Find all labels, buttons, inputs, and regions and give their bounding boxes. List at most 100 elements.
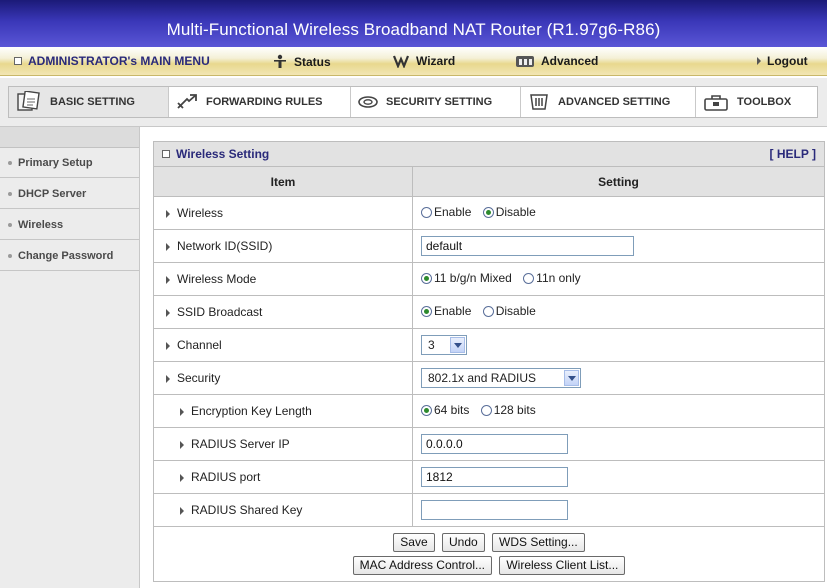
sidebar-top-strip: [0, 127, 139, 148]
security-select[interactable]: 802.1x and RADIUS: [421, 368, 581, 388]
security-label: Security: [177, 371, 221, 385]
title-bar: Multi-Functional Wireless Broadband NAT …: [0, 0, 827, 47]
table-row: Channel 3: [153, 328, 825, 362]
arrow-right-icon: [166, 374, 170, 383]
arrow-right-icon: [166, 308, 170, 317]
radio-button[interactable]: [421, 404, 432, 416]
tab-toolbox-label: TOOLBOX: [737, 96, 792, 108]
key-64-radio[interactable]: 64 bits: [421, 403, 469, 417]
table-row: RADIUS Shared Key: [153, 493, 825, 527]
radius-ip-input[interactable]: [421, 434, 568, 454]
chevron-down-icon[interactable]: [564, 370, 579, 386]
chevron-down-icon[interactable]: [450, 337, 465, 353]
documents-icon: [17, 91, 40, 111]
save-button[interactable]: Save: [393, 533, 435, 552]
wireless-disable-radio[interactable]: Disable: [482, 205, 536, 220]
help-link[interactable]: [ HELP ]: [770, 147, 824, 161]
status-icon: [274, 54, 286, 68]
ssid-broadcast-disable-radio[interactable]: Disable: [482, 304, 536, 318]
logout-menu[interactable]: Logout: [757, 54, 808, 68]
arrow-right-icon: [180, 440, 184, 449]
wds-setting-button[interactable]: WDS Setting...: [492, 533, 585, 552]
arrow-right-icon: [166, 209, 170, 218]
column-header-item: Item: [153, 166, 413, 197]
table-row: Security 802.1x and RADIUS: [153, 361, 825, 395]
button-row: Save Undo WDS Setting... MAC Address Con…: [153, 526, 825, 582]
security-icon: [358, 96, 378, 108]
tab-security-setting[interactable]: SECURITY SETTING: [351, 87, 521, 117]
table-row: Wireless Mode 11 b/g/n Mixed 11n only: [153, 262, 825, 296]
panel-title: Wireless Setting: [176, 147, 270, 161]
wireless-mode-label: Wireless Mode: [177, 272, 257, 286]
wizard-menu[interactable]: Wizard: [392, 54, 455, 68]
radius-ip-label: RADIUS Server IP: [191, 437, 290, 451]
tab-bar: BASIC SETTING FORWARDING RULES SECURITY …: [0, 78, 827, 127]
radio-button[interactable]: [480, 404, 492, 416]
radio-label: 11 b/g/n Mixed: [434, 271, 512, 286]
ssid-broadcast-label: SSID Broadcast: [177, 305, 263, 319]
ssid-broadcast-enable-radio[interactable]: Enable: [421, 304, 471, 318]
status-menu[interactable]: Status: [272, 54, 331, 70]
tab-security-setting-label: SECURITY SETTING: [386, 96, 493, 108]
sidebar-item-dhcp-server[interactable]: DHCP Server: [0, 179, 139, 209]
logout-label: Logout: [767, 54, 808, 68]
radio-label: 11n only: [536, 271, 581, 286]
mac-address-control-button[interactable]: MAC Address Control...: [352, 556, 492, 575]
radio-button[interactable]: [482, 206, 494, 218]
channel-select[interactable]: 3: [421, 335, 467, 355]
wireless-client-list-button[interactable]: Wireless Client List...: [499, 556, 626, 575]
panel-header: [ HELP ] Wireless Setting: [153, 141, 825, 167]
admin-main-menu-label: ADMINISTRATOR's MAIN MENU: [28, 54, 210, 68]
arrow-right-icon: [166, 242, 170, 251]
key-128-radio[interactable]: 128 bits: [480, 403, 536, 417]
sidebar-item-change-password[interactable]: Change Password: [0, 241, 139, 271]
mode-11n-radio[interactable]: 11n only: [523, 271, 581, 286]
tab-toolbox[interactable]: TOOLBOX: [696, 87, 817, 117]
radio-label: Disable: [495, 205, 536, 220]
bullet-icon: [8, 160, 12, 165]
radio-button[interactable]: [421, 272, 432, 284]
window-title: Multi-Functional Wireless Broadband NAT …: [166, 20, 661, 39]
sidebar-item-wireless[interactable]: Wireless: [0, 210, 139, 240]
admin-main-menu[interactable]: ADMINISTRATOR's MAIN MENU: [14, 54, 210, 68]
table-row: RADIUS Server IP: [153, 427, 825, 461]
ssid-input[interactable]: [421, 236, 634, 256]
toolbox-icon: [704, 95, 728, 111]
radius-port-label: RADIUS port: [191, 470, 261, 484]
mode-mixed-radio[interactable]: 11 b/g/n Mixed: [421, 271, 512, 285]
arrow-right-icon: [180, 473, 184, 482]
radio-label: Enable: [434, 205, 472, 220]
wireless-enable-radio[interactable]: Enable: [421, 205, 471, 219]
advanced-menu-label: Advanced: [541, 54, 599, 68]
radius-key-input[interactable]: [421, 500, 568, 520]
tab-forwarding-rules-label: FORWARDING RULES: [206, 96, 323, 108]
tab-advanced-setting[interactable]: ADVANCED SETTING: [521, 87, 696, 117]
sidebar-item-label: Change Password: [18, 249, 114, 262]
radio-button[interactable]: [482, 305, 494, 317]
tab-forwarding-rules[interactable]: FORWARDING RULES: [169, 87, 351, 117]
advanced-setting-icon: [530, 94, 548, 110]
channel-label: Channel: [177, 338, 222, 352]
undo-button[interactable]: Undo: [441, 533, 485, 552]
radio-button[interactable]: [421, 305, 432, 317]
wizard-icon: [392, 55, 410, 68]
tab-basic-setting[interactable]: BASIC SETTING: [9, 87, 169, 117]
sidebar-item-primary-setup[interactable]: Primary Setup: [0, 148, 139, 178]
radio-button[interactable]: [523, 272, 535, 284]
radius-port-input[interactable]: [421, 467, 568, 487]
advanced-menu[interactable]: Advanced: [515, 54, 598, 68]
advanced-icon: [516, 56, 534, 67]
radio-button[interactable]: [421, 206, 432, 218]
security-value: 802.1x and RADIUS: [428, 371, 537, 385]
bullet-icon: [8, 253, 12, 258]
tab-basic-setting-label: BASIC SETTING: [50, 96, 135, 108]
key-length-label: Encryption Key Length: [191, 404, 312, 418]
main-menu-bar: ADMINISTRATOR's MAIN MENU Status Wizard …: [0, 47, 827, 76]
status-menu-label: Status: [294, 55, 331, 69]
forwarding-icon: [177, 94, 197, 109]
radio-label: 64 bits: [434, 403, 470, 418]
sidebar-item-label: DHCP Server: [18, 187, 87, 200]
sidebar-item-label: Wireless: [18, 218, 64, 231]
bullet-icon: [8, 222, 12, 227]
radio-label: Enable: [434, 304, 472, 319]
